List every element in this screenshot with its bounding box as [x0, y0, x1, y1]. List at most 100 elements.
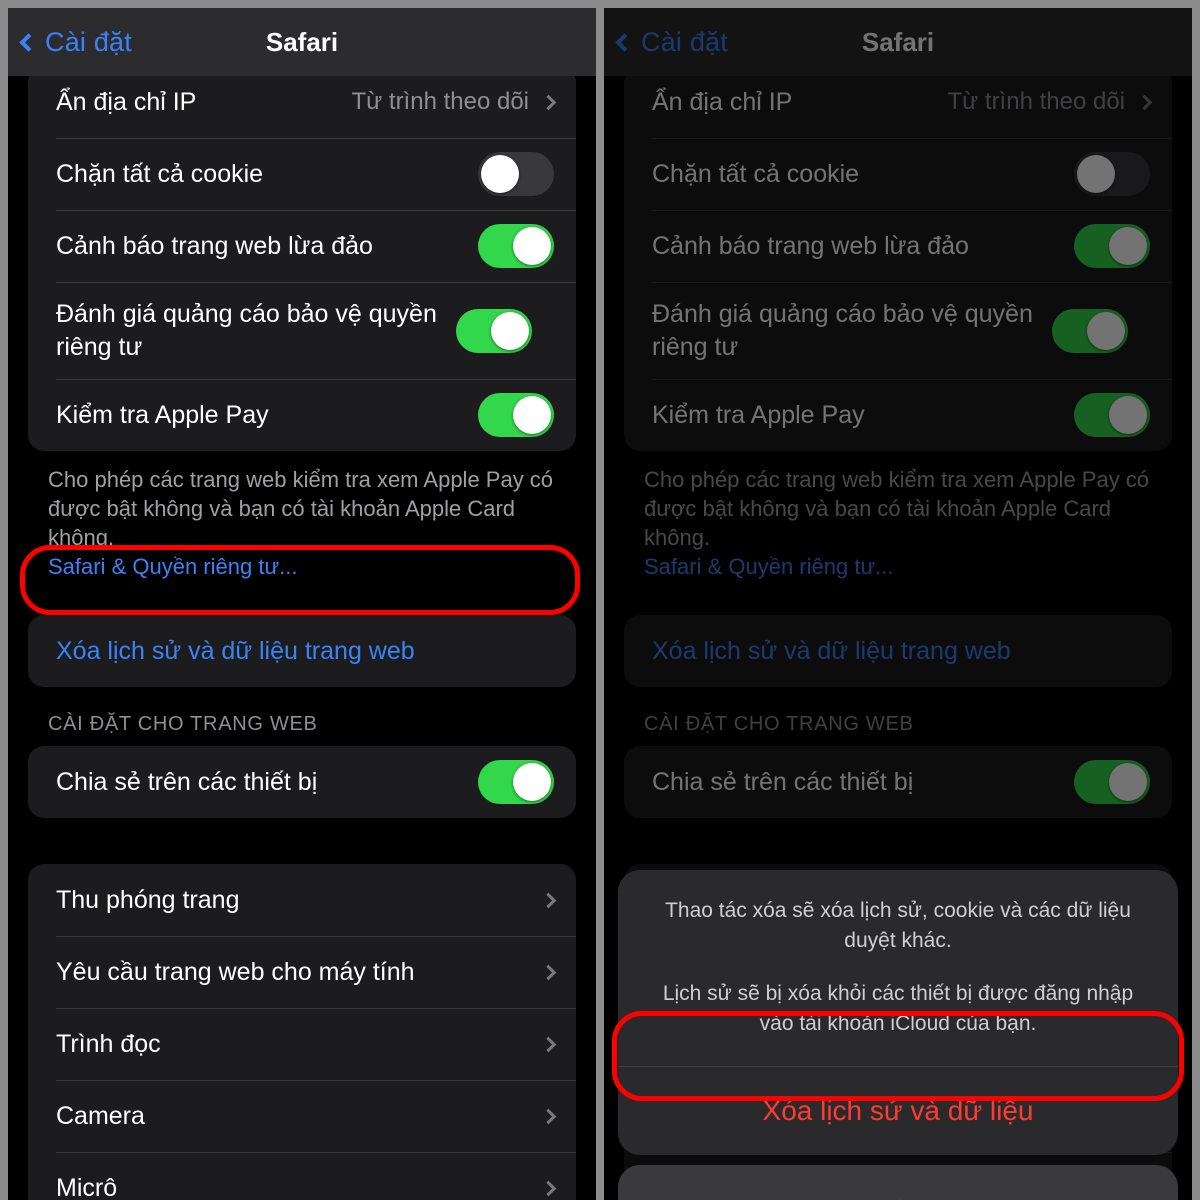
row-block-cookies[interactable]: Chặn tất cả cookie [624, 138, 1172, 210]
list-item[interactable]: Micrô [28, 1152, 576, 1200]
row-block-cookies-label: Chặn tất cả cookie [652, 159, 860, 188]
row-fraud-warning[interactable]: Cảnh báo trang web lừa đảo [624, 210, 1172, 282]
row-hide-ip-value: Từ trình theo dõi [351, 88, 530, 115]
row-hide-ip-label: Ẩn địa chỉ IP [652, 87, 793, 116]
list-item-label: Trình đọc [56, 1029, 161, 1058]
row-hide-ip-label: Ẩn địa chỉ IP [56, 87, 197, 116]
clear-history-label: Xóa lịch sử và dữ liệu trang web [56, 636, 415, 665]
chevron-right-icon [540, 964, 557, 980]
chevron-left-icon [615, 33, 634, 52]
clear-history-label: Xóa lịch sử và dữ liệu trang web [652, 636, 1011, 665]
row-fraud-warning-label: Cảnh báo trang web lừa đảo [56, 231, 373, 260]
toggle-knob [513, 763, 551, 802]
toggle-fraud-warning[interactable] [478, 224, 554, 268]
confirm-clear-label: Xóa lịch sử và dữ liệu [762, 1094, 1034, 1126]
clear-history-action-sheet: Thao tác xóa sẽ xóa lịch sử, cookie và c… [618, 870, 1178, 1200]
cancel-button[interactable]: Hủy [618, 1164, 1178, 1200]
clear-history-button[interactable]: Xóa lịch sử và dữ liệu trang web [624, 615, 1172, 688]
toggle-share-devices[interactable] [1074, 760, 1150, 805]
row-hide-ip[interactable]: Ẩn địa chỉ IP Từ trình theo dõi [28, 66, 576, 138]
back-button[interactable]: Cài đặt [19, 26, 132, 58]
website-settings-header: CÀI ĐẶT CHO TRANG WEB [644, 713, 914, 736]
settings-scroll-left[interactable]: Ẩn địa chỉ IP Từ trình theo dõi Chặn tất… [8, 66, 596, 1200]
action-sheet-message-line2: Lịch sử sẽ bị xóa khỏi các thiết bị được… [662, 981, 1134, 1036]
privacy-card: Ẩn địa chỉ IP Từ trình theo dõi Chặn tất… [624, 66, 1172, 451]
list-item[interactable]: Trình đọc [28, 1008, 576, 1080]
chevron-right-icon [540, 94, 557, 110]
clear-history-button[interactable]: Xóa lịch sử và dữ liệu trang web [28, 615, 576, 688]
toggle-knob [1109, 396, 1147, 434]
list-item[interactable]: Camera [28, 1080, 576, 1152]
phone-panel-left: Cài đặt Safari Ẩn địa chỉ IP Từ trình th… [8, 8, 596, 1200]
chevron-right-icon [540, 1180, 557, 1196]
row-hide-ip-value: Từ trình theo dõi [947, 88, 1126, 115]
safari-privacy-link[interactable]: Safari & Quyền riêng tư... [644, 552, 1164, 581]
row-fraud-warning[interactable]: Cảnh báo trang web lừa đảo [28, 210, 576, 282]
apple-pay-footnote: Cho phép các trang web kiểm tra xem Appl… [604, 451, 1192, 581]
row-privacy-ads-label: Đánh giá quảng cáo bảo vệ quyền riêng tư [652, 300, 1033, 361]
list-item[interactable]: Thu phóng trang [28, 864, 576, 936]
privacy-card: Ẩn địa chỉ IP Từ trình theo dõi Chặn tất… [28, 66, 576, 451]
row-share-devices-label: Chia sẻ trên các thiết bị [652, 767, 914, 796]
row-apple-pay-label: Kiểm tra Apple Pay [652, 400, 865, 429]
row-apple-pay[interactable]: Kiểm tra Apple Pay [624, 379, 1172, 451]
confirm-clear-button[interactable]: Xóa lịch sử và dữ liệu [618, 1067, 1178, 1155]
safari-privacy-link[interactable]: Safari & Quyền riêng tư... [48, 552, 568, 581]
row-privacy-ads[interactable]: Đánh giá quảng cáo bảo vệ quyền riêng tư [624, 282, 1172, 379]
toggle-privacy-ads[interactable] [456, 308, 532, 353]
list-item-label: Camera [56, 1101, 145, 1130]
toggle-knob [513, 227, 551, 265]
back-button-label: Cài đặt [45, 26, 132, 57]
list-item-label: Micrô [56, 1173, 118, 1200]
toggle-knob [1109, 227, 1147, 265]
chevron-right-icon [540, 1036, 557, 1052]
row-share-devices-label: Chia sẻ trên các thiết bị [56, 767, 318, 796]
toggle-block-cookies[interactable] [1074, 152, 1150, 196]
action-sheet-message: Thao tác xóa sẽ xóa lịch sử, cookie và c… [618, 870, 1178, 1066]
nav-bar-right: Cài đặt Safari [604, 8, 1192, 76]
list-item-label: Yêu cầu trang web cho máy tính [56, 957, 415, 986]
action-sheet-message-line1: Thao tác xóa sẽ xóa lịch sử, cookie và c… [665, 899, 1131, 953]
row-hide-ip[interactable]: Ẩn địa chỉ IP Từ trình theo dõi [624, 66, 1172, 138]
row-apple-pay[interactable]: Kiểm tra Apple Pay [28, 379, 576, 451]
toggle-knob [513, 396, 551, 434]
chevron-right-icon [540, 892, 557, 908]
chevron-left-icon [19, 33, 38, 52]
row-block-cookies-label: Chặn tất cả cookie [56, 159, 264, 188]
share-devices-card: Chia sẻ trên các thiết bị [624, 746, 1172, 819]
chevron-right-icon [1136, 94, 1153, 110]
toggle-knob [1109, 763, 1147, 802]
website-settings-card: Thu phóng trang Yêu cầu trang web cho má… [28, 864, 576, 1200]
row-fraud-warning-label: Cảnh báo trang web lừa đảo [652, 231, 969, 260]
chevron-right-icon [540, 1108, 557, 1124]
row-block-cookies[interactable]: Chặn tất cả cookie [28, 138, 576, 210]
back-button[interactable]: Cài đặt [615, 26, 728, 58]
toggle-knob [481, 155, 519, 193]
row-share-devices[interactable]: Chia sẻ trên các thiết bị [624, 746, 1172, 818]
toggle-knob [1087, 311, 1125, 350]
toggle-knob [491, 311, 529, 350]
toggle-share-devices[interactable] [478, 760, 554, 805]
apple-pay-footnote-text: Cho phép các trang web kiểm tra xem Appl… [48, 467, 554, 551]
website-settings-header: CÀI ĐẶT CHO TRANG WEB [48, 713, 318, 736]
apple-pay-footnote-text: Cho phép các trang web kiểm tra xem Appl… [644, 467, 1150, 551]
toggle-fraud-warning[interactable] [1074, 224, 1150, 268]
cancel-button-label: Hủy [870, 1196, 927, 1200]
row-share-devices[interactable]: Chia sẻ trên các thiết bị [28, 746, 576, 818]
row-apple-pay-label: Kiểm tra Apple Pay [56, 400, 269, 429]
toggle-privacy-ads[interactable] [1052, 308, 1128, 353]
toggle-block-cookies[interactable] [478, 152, 554, 196]
phone-panel-right: Cài đặt Safari Ẩn địa chỉ IP Từ trình th… [604, 8, 1192, 1200]
list-item[interactable]: Yêu cầu trang web cho máy tính [28, 936, 576, 1008]
list-item-label: Thu phóng trang [56, 885, 240, 914]
row-privacy-ads[interactable]: Đánh giá quảng cáo bảo vệ quyền riêng tư [28, 282, 576, 379]
toggle-apple-pay[interactable] [1074, 393, 1150, 437]
screenshot-root: Cài đặt Safari Ẩn địa chỉ IP Từ trình th… [0, 0, 1200, 1200]
row-privacy-ads-label: Đánh giá quảng cáo bảo vệ quyền riêng tư [56, 300, 437, 361]
back-button-label: Cài đặt [641, 26, 728, 57]
toggle-apple-pay[interactable] [478, 393, 554, 437]
